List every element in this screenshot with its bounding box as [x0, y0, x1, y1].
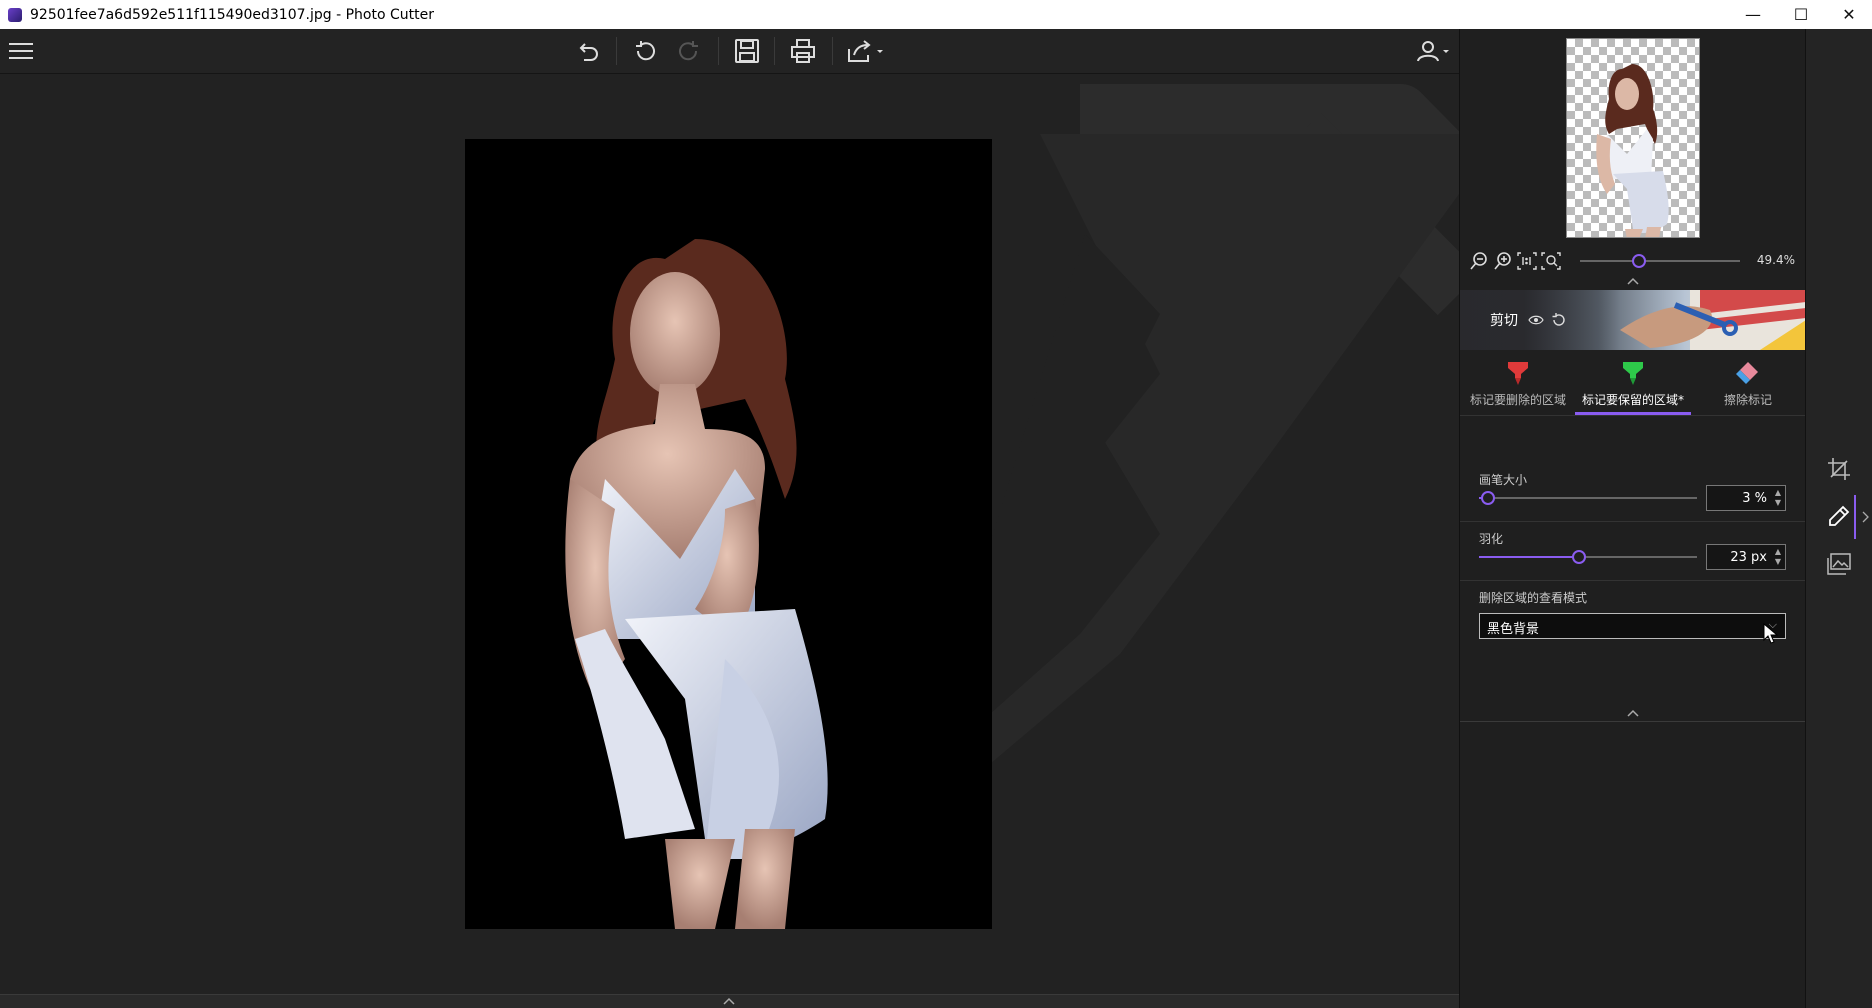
tool-mark-remove[interactable]: 标记要删除的区域	[1460, 354, 1576, 416]
chevron-up-icon[interactable]	[722, 996, 736, 1006]
user-icon[interactable]	[1411, 35, 1457, 67]
title-bar: 92501fee7a6d592e511f115490ed3107.jpg - P…	[0, 0, 1872, 29]
feather-knob[interactable]	[1572, 550, 1586, 564]
actual-size-icon[interactable]	[1516, 250, 1538, 272]
tool-mark-remove-label: 标记要删除的区域	[1469, 393, 1566, 407]
reset-icon[interactable]	[1550, 312, 1566, 328]
print-icon[interactable]	[785, 35, 821, 67]
brush-size-input[interactable]: 3 % ▲ ▼	[1706, 485, 1786, 511]
active-tool-indicator	[1575, 412, 1691, 415]
eye-icon[interactable]	[1528, 313, 1544, 327]
feather-label: 羽化	[1479, 532, 1504, 546]
menu-icon[interactable]	[3, 35, 39, 67]
save-icon[interactable]	[729, 35, 765, 67]
share-icon[interactable]	[843, 35, 889, 67]
undo-history-icon[interactable]	[570, 35, 606, 67]
minimize-button[interactable]: —	[1730, 0, 1776, 29]
pencil-icon[interactable]	[1824, 501, 1854, 531]
brush-size-value: 3 %	[1742, 491, 1767, 506]
preview-thumbnail[interactable]	[1566, 38, 1700, 238]
fit-to-window-icon[interactable]	[1540, 250, 1562, 272]
canvas-bottom-bar	[0, 994, 1459, 1008]
window-title: 92501fee7a6d592e511f115490ed3107.jpg - P…	[30, 6, 434, 23]
zoom-in-icon[interactable]	[1492, 250, 1514, 272]
right-panel: 49.4% 剪切 标记要删除的区域 标记要保留的区域* 擦除标记 画笔大小 3 …	[1459, 29, 1806, 1008]
zoom-out-icon[interactable]	[1468, 250, 1490, 272]
brush-size-slider[interactable]	[1479, 497, 1697, 499]
background-image-icon[interactable]	[1824, 549, 1854, 579]
brush-size-spinner[interactable]: ▲ ▼	[1775, 488, 1781, 508]
zoom-slider[interactable]	[1580, 260, 1740, 262]
collapse-settings-icon[interactable]	[1626, 709, 1640, 717]
tool-erase-marks-label: 擦除标记	[1723, 393, 1772, 407]
brush-size-label: 画笔大小	[1479, 473, 1528, 487]
image-canvas[interactable]	[0, 74, 1459, 994]
tool-rail	[1805, 29, 1872, 1008]
tool-mark-keep-label: 标记要保留的区域*	[1581, 393, 1684, 407]
eraser-icon	[1736, 362, 1758, 384]
app-icon	[8, 7, 22, 22]
tool-erase-marks[interactable]: 擦除标记	[1690, 354, 1806, 416]
undo-icon[interactable]	[627, 35, 663, 67]
green-marker-icon	[1623, 362, 1643, 385]
redo-icon[interactable]	[671, 35, 707, 67]
tool-mark-keep[interactable]: 标记要保留的区域*	[1575, 354, 1691, 416]
active-rail-indicator	[1854, 495, 1856, 539]
edited-photo[interactable]	[465, 139, 992, 929]
collapse-preview-icon[interactable]	[1626, 277, 1640, 285]
view-mode-selected: 黑色背景	[1487, 622, 1540, 637]
marker-tools: 标记要删除的区域 标记要保留的区域* 擦除标记	[1460, 354, 1806, 416]
zoom-slider-knob[interactable]	[1632, 254, 1646, 268]
view-mode-select[interactable]: 黑色背景 ⌵	[1479, 613, 1786, 639]
feather-slider[interactable]	[1479, 556, 1697, 558]
maximize-button[interactable]: ☐	[1778, 0, 1824, 29]
mouse-cursor-icon	[1763, 623, 1779, 644]
cut-section-label: 剪切	[1490, 313, 1518, 329]
brush-size-knob[interactable]	[1481, 491, 1495, 505]
cut-section-header[interactable]: 剪切	[1460, 290, 1806, 350]
main-toolbar	[0, 29, 1459, 74]
feather-input[interactable]: 23 px ▲ ▼	[1706, 544, 1786, 570]
feather-spinner[interactable]: ▲ ▼	[1775, 547, 1781, 567]
view-mode-label: 删除区域的查看模式	[1479, 591, 1588, 605]
chevron-right-icon[interactable]	[1861, 511, 1869, 523]
zoom-controls: 49.4%	[1468, 250, 1798, 272]
red-marker-icon	[1508, 362, 1528, 385]
zoom-value: 49.4%	[1756, 253, 1795, 267]
feather-value: 23 px	[1730, 550, 1767, 565]
crop-icon[interactable]	[1824, 454, 1854, 484]
close-button[interactable]: ✕	[1826, 0, 1872, 29]
